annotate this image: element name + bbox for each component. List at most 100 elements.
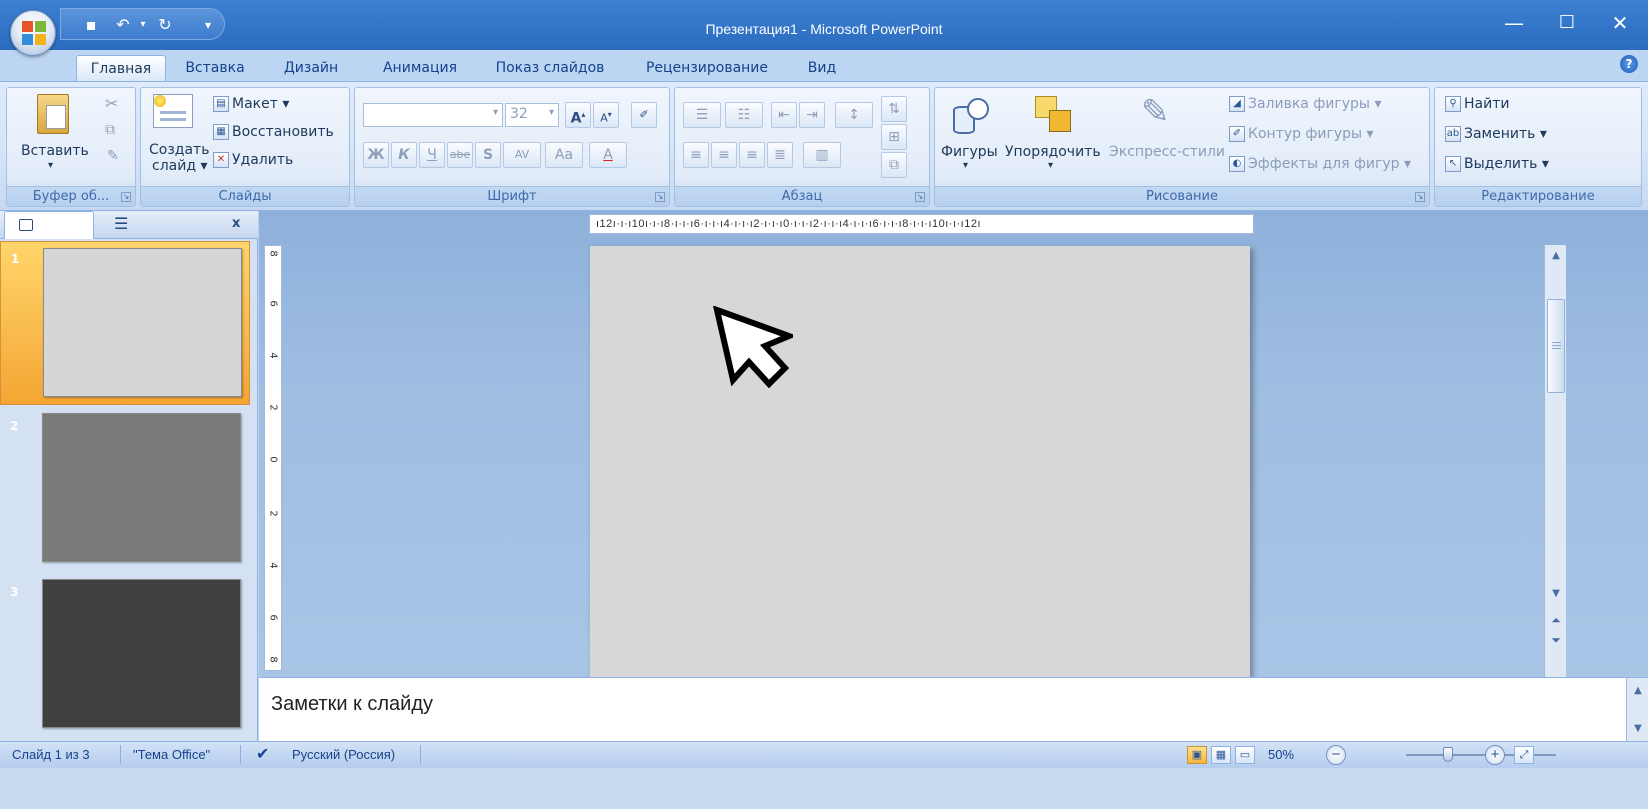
- slide-sorter-view-icon[interactable]: ▦: [1211, 746, 1231, 764]
- paste-button[interactable]: Вставить: [21, 143, 89, 159]
- paste-icon[interactable]: [37, 94, 69, 134]
- smartart-icon[interactable]: ⧉: [881, 152, 907, 178]
- scrollbar-thumb[interactable]: [1547, 299, 1565, 393]
- shapes-dropdown-icon[interactable]: ▾: [963, 160, 968, 171]
- font-launcher-icon[interactable]: ↘: [655, 192, 665, 202]
- fit-to-window-icon[interactable]: ⤢: [1514, 746, 1534, 764]
- underline-button[interactable]: Ч: [419, 142, 445, 168]
- numbering-icon[interactable]: ☷: [725, 102, 763, 128]
- strikethrough-button[interactable]: abe: [447, 142, 473, 168]
- slide-thumbnail-1[interactable]: 1: [0, 241, 250, 405]
- clear-formatting-icon[interactable]: ✐: [631, 102, 657, 128]
- font-name-dropdown[interactable]: ▾: [363, 103, 503, 127]
- justify-icon[interactable]: ≣: [767, 142, 793, 168]
- line-spacing-icon[interactable]: ↕: [835, 102, 873, 128]
- slide-preview: [43, 248, 242, 397]
- close-pane-button[interactable]: x: [232, 216, 240, 231]
- zoom-in-button[interactable]: +: [1485, 745, 1505, 765]
- language-indicator[interactable]: Русский (Россия): [292, 742, 395, 768]
- minimize-button[interactable]: —: [1488, 8, 1540, 38]
- close-button[interactable]: ✕: [1594, 8, 1646, 38]
- tab-view[interactable]: Вид: [797, 55, 847, 81]
- tab-slides[interactable]: [4, 211, 94, 239]
- replace-button[interactable]: ab Заменить ▾: [1445, 126, 1547, 142]
- shape-outline-button[interactable]: ✐ Контур фигуры ▾: [1229, 126, 1374, 142]
- quick-styles-button[interactable]: Экспресс-стили: [1109, 144, 1225, 160]
- bold-button[interactable]: Ж: [363, 142, 389, 168]
- vertical-scrollbar[interactable]: ▲ ▼ ⏶ ⏷: [1544, 245, 1566, 677]
- paragraph-launcher-icon[interactable]: ↘: [915, 192, 925, 202]
- theme-name[interactable]: "Тема Office": [133, 742, 210, 768]
- zoom-slider-thumb[interactable]: [1443, 747, 1453, 762]
- scroll-up-icon[interactable]: ▲: [1547, 247, 1565, 265]
- zoom-level[interactable]: 50%: [1268, 742, 1294, 768]
- slide-thumbnail-3[interactable]: 3: [0, 575, 250, 735]
- arrange-dropdown-icon[interactable]: ▾: [1048, 160, 1053, 171]
- cut-icon[interactable]: ✂: [105, 94, 118, 113]
- shrink-font-button[interactable]: A▾: [593, 102, 619, 128]
- font-size-dropdown[interactable]: 32 ▾: [505, 103, 559, 127]
- paste-dropdown-icon[interactable]: ▾: [48, 160, 53, 171]
- select-button[interactable]: ↖ Выделить ▾: [1445, 156, 1549, 172]
- increase-indent-icon[interactable]: ⇥: [799, 102, 825, 128]
- zoom-out-button[interactable]: −: [1326, 745, 1346, 765]
- shapes-icon[interactable]: [949, 96, 995, 136]
- tab-review[interactable]: Рецензирование: [632, 55, 782, 81]
- current-slide[interactable]: [590, 246, 1250, 677]
- maximize-button[interactable]: ☐: [1541, 8, 1593, 38]
- arrange-icon[interactable]: [1031, 94, 1075, 134]
- new-slide-label-line2[interactable]: слайд ▾: [152, 158, 208, 174]
- reset-button[interactable]: ▦ Восстановить: [213, 124, 334, 140]
- shadow-button[interactable]: S: [475, 142, 501, 168]
- help-icon[interactable]: ?: [1620, 55, 1638, 73]
- tab-home[interactable]: Главная: [76, 55, 166, 81]
- font-color-button[interactable]: A: [589, 142, 627, 168]
- slide-show-view-icon[interactable]: ▭: [1235, 746, 1255, 764]
- tab-insert[interactable]: Вставка: [174, 55, 256, 81]
- scroll-down-icon[interactable]: ▼: [1547, 585, 1565, 603]
- new-slide-label-line1[interactable]: Создать: [149, 142, 209, 158]
- text-direction-icon[interactable]: ⇅: [881, 96, 907, 122]
- delete-slide-button[interactable]: ✕ Удалить: [213, 152, 293, 168]
- clipboard-launcher-icon[interactable]: ↘: [121, 192, 131, 202]
- change-case-button[interactable]: Aa: [545, 142, 583, 168]
- slide-thumbnail-2[interactable]: 2: [0, 409, 250, 569]
- layout-button[interactable]: ▤ Макет ▾: [213, 96, 289, 112]
- align-right-icon[interactable]: ≡: [739, 142, 765, 168]
- decrease-indent-icon[interactable]: ⇤: [771, 102, 797, 128]
- italic-button[interactable]: К: [391, 142, 417, 168]
- align-center-icon[interactable]: ≡: [711, 142, 737, 168]
- paint-bucket-icon: ◢: [1229, 96, 1245, 112]
- next-slide-icon[interactable]: ⏷: [1547, 631, 1565, 649]
- notes-scroll-up-icon[interactable]: ▲: [1629, 682, 1647, 700]
- tab-design[interactable]: Дизайн: [270, 55, 352, 81]
- arrange-button[interactable]: Упорядочить: [1005, 144, 1101, 160]
- find-button[interactable]: ⚲ Найти: [1445, 96, 1509, 112]
- shape-fill-button[interactable]: ◢ Заливка фигуры ▾: [1229, 96, 1381, 112]
- tab-outline[interactable]: ☰: [96, 211, 186, 239]
- notes-scroll-down-icon[interactable]: ▼: [1629, 720, 1647, 738]
- format-painter-icon[interactable]: ✎: [107, 148, 119, 164]
- spell-check-icon[interactable]: ✔: [256, 742, 269, 768]
- shape-effects-button[interactable]: ◐ Эффекты для фигур ▾: [1229, 156, 1411, 172]
- align-text-icon[interactable]: ⊞: [881, 124, 907, 150]
- grow-font-button[interactable]: A▴: [565, 102, 591, 128]
- office-button[interactable]: [10, 10, 56, 56]
- slide-counter: Слайд 1 из 3: [12, 747, 90, 762]
- tab-slide-show[interactable]: Показ слайдов: [485, 55, 615, 81]
- previous-slide-icon[interactable]: ⏶: [1547, 611, 1565, 629]
- normal-view-icon[interactable]: ▣: [1187, 746, 1207, 764]
- align-left-icon[interactable]: ≡: [683, 142, 709, 168]
- new-slide-icon[interactable]: [153, 94, 193, 128]
- shapes-button[interactable]: Фигуры: [941, 144, 998, 160]
- notes-pane[interactable]: Заметки к слайду ▲ ▼: [259, 677, 1648, 742]
- notes-placeholder[interactable]: Заметки к слайду: [271, 693, 433, 716]
- quick-styles-icon[interactable]: ✎: [1141, 92, 1170, 132]
- tab-animation[interactable]: Анимация: [370, 55, 470, 81]
- bullets-icon[interactable]: ☰: [683, 102, 721, 128]
- columns-icon[interactable]: ▥: [803, 142, 841, 168]
- copy-icon[interactable]: ⧉: [105, 122, 115, 138]
- character-spacing-button[interactable]: AV: [503, 142, 541, 168]
- drawing-launcher-icon[interactable]: ↘: [1415, 192, 1425, 202]
- notes-scrollbar[interactable]: ▲ ▼: [1626, 678, 1648, 742]
